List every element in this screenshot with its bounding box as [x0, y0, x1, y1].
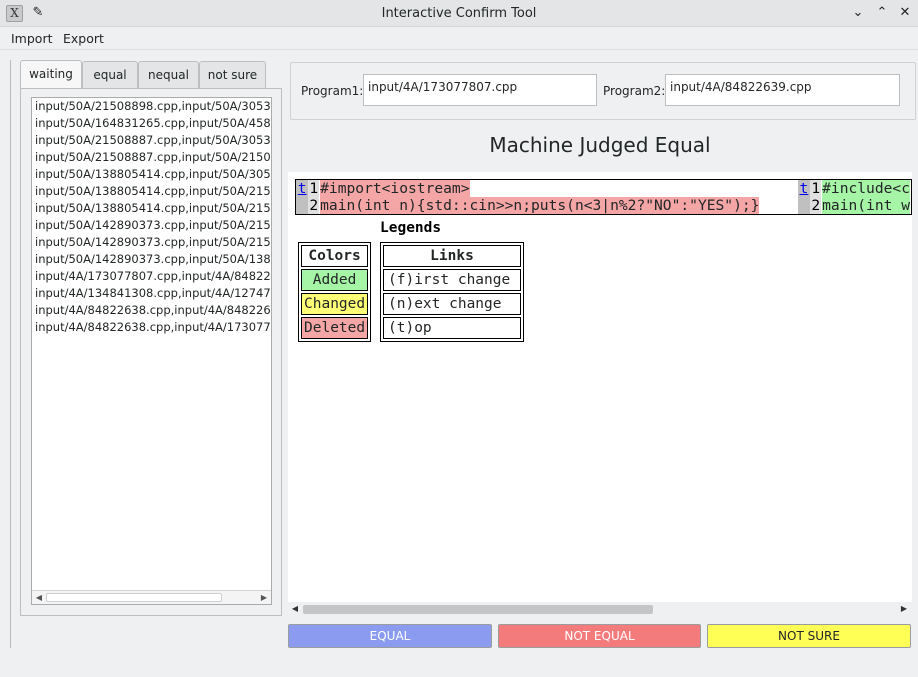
menu-bar: Import Export: [0, 27, 918, 50]
diff-top-link-right[interactable]: t: [797, 179, 811, 197]
list-horizontal-scrollbar[interactable]: ◀ ▶: [32, 590, 271, 604]
diff-row: 2 main(int n){std::cin>>n;puts(n<3|n%2?"…: [295, 197, 912, 215]
legend-first-change: (f)irst change: [383, 269, 521, 291]
scrollbar-thumb[interactable]: [303, 605, 653, 614]
menu-export[interactable]: Export: [57, 27, 110, 50]
program1-label: Program1:: [301, 84, 364, 98]
diff-table: t 1 #import<iostream> t 1 #include<c 2 m…: [295, 179, 912, 215]
tab-not-sure[interactable]: not sure: [199, 61, 266, 89]
legend-top: (t)op: [383, 317, 521, 339]
tab-equal[interactable]: equal: [82, 61, 138, 89]
legend-changed: Changed: [301, 293, 369, 315]
scroll-left-icon[interactable]: ◀: [33, 591, 45, 604]
list-item[interactable]: input/50A/142890373.cpp,input/50A/138805…: [32, 251, 271, 268]
scroll-right-icon[interactable]: ▶: [898, 602, 910, 616]
diff-horizontal-scrollbar[interactable]: ◀ ▶: [288, 602, 912, 616]
diff-row: t 1 #import<iostream> t 1 #include<c: [295, 179, 912, 197]
list-item[interactable]: input/50A/164831265.cpp,input/50A/458510…: [32, 115, 271, 132]
program1-field[interactable]: input/4A/173077807.cpp: [363, 74, 597, 106]
verdict-heading: Machine Judged Equal: [489, 133, 711, 157]
legend-deleted: Deleted: [301, 317, 369, 339]
diff-left-line: main(int n){std::cin>>n;puts(n<3|n%2?"NO…: [319, 197, 797, 215]
not-sure-button[interactable]: NOT SURE: [707, 624, 911, 648]
added-text: #include<c: [822, 180, 910, 197]
list-item[interactable]: input/4A/84822638.cpp,input/4A/84822639.…: [32, 302, 271, 319]
diff-line-number: 2: [308, 197, 320, 215]
list-item[interactable]: input/4A/173077807.cpp,input/4A/84822639…: [32, 268, 271, 285]
legend-links-table: Links (f)irst change (n)ext change (t)op: [380, 242, 524, 342]
diff-right-line: main(int w: [821, 197, 911, 215]
tab-panel-waiting: input/50A/21508898.cpp,input/50A/3053417…: [20, 88, 282, 616]
list-item[interactable]: input/4A/84822638.cpp,input/4A/173077807…: [32, 319, 271, 336]
program2-field[interactable]: input/4A/84822639.cpp: [665, 74, 900, 106]
legend-added: Added: [301, 269, 369, 291]
tab-waiting[interactable]: waiting: [20, 60, 82, 89]
deleted-text: #import<iostream>: [320, 180, 470, 197]
left-divider: [10, 60, 11, 648]
added-text: main(int w: [822, 197, 910, 214]
diff-next-cell: [797, 197, 811, 215]
deleted-text: main(int n){std::cin>>n;puts(n<3|n%2?"NO…: [320, 197, 760, 214]
list-item[interactable]: input/50A/21508887.cpp,input/50A/2150889…: [32, 149, 271, 166]
list-item[interactable]: input/50A/138805414.cpp,input/50A/305341…: [32, 166, 271, 183]
list-item[interactable]: input/50A/142890373.cpp,input/50A/215088…: [32, 234, 271, 251]
list-item[interactable]: input/50A/138805414.cpp,input/50A/215088…: [32, 183, 271, 200]
scroll-right-icon[interactable]: ▶: [258, 591, 270, 604]
minimize-icon[interactable]: ⌄: [849, 4, 867, 22]
comparison-pane: Program1: input/4A/173077807.cpp Program…: [288, 62, 918, 622]
diff-line-number: 2: [810, 197, 822, 215]
tab-nequal[interactable]: nequal: [138, 61, 199, 89]
diff-view: t 1 #import<iostream> t 1 #include<c 2 m…: [288, 172, 912, 604]
list-item[interactable]: input/4A/134841308.cpp,input/4A/12747335…: [32, 285, 271, 302]
links-header: Links: [383, 245, 521, 267]
list-item[interactable]: input/50A/138805414.cpp,input/50A/215088…: [32, 200, 271, 217]
pair-list[interactable]: input/50A/21508898.cpp,input/50A/3053417…: [31, 97, 272, 605]
title-bar: X ✎ Interactive Confirm Tool ⌄ ⌃ ✕: [0, 0, 918, 27]
program-paths-box: Program1: input/4A/173077807.cpp Program…: [290, 62, 916, 120]
program2-label: Program2:: [603, 84, 666, 98]
scroll-left-icon[interactable]: ◀: [289, 602, 301, 616]
diff-right-line: #include<c: [821, 180, 911, 197]
list-item[interactable]: input/50A/21508887.cpp,input/50A/3053417…: [32, 132, 271, 149]
maximize-icon[interactable]: ⌃: [873, 4, 891, 22]
not-equal-button[interactable]: NOT EQUAL: [498, 624, 701, 648]
colors-header: Colors: [301, 245, 369, 267]
diff-line-number: 1: [308, 179, 320, 197]
legend-next-change: (n)ext change: [383, 293, 521, 315]
diff-line-number: 1: [810, 179, 822, 197]
window-title: Interactive Confirm Tool: [381, 6, 537, 21]
menu-import[interactable]: Import: [5, 27, 59, 50]
equal-button[interactable]: EQUAL: [288, 624, 492, 648]
legend-colors-table: Colors Added Changed Deleted: [298, 242, 372, 342]
list-item[interactable]: input/50A/142890373.cpp,input/50A/215088…: [32, 217, 271, 234]
diff-top-link-left[interactable]: t: [295, 179, 309, 197]
scrollbar-thumb[interactable]: [46, 593, 222, 602]
diff-left-line: #import<iostream>: [319, 180, 797, 197]
close-icon[interactable]: ✕: [896, 4, 914, 22]
diff-next-cell: [295, 197, 309, 215]
legends-title: Legends: [380, 220, 442, 236]
list-item[interactable]: input/50A/21508898.cpp,input/50A/3053417…: [32, 98, 271, 115]
